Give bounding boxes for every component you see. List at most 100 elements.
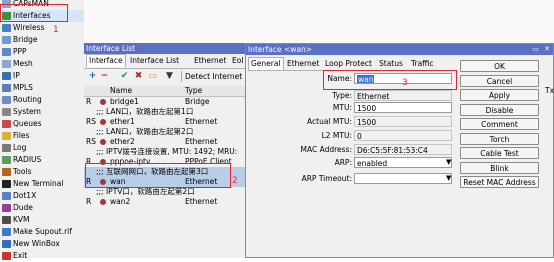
sidebar-item-dude[interactable]: Dude <box>0 202 84 214</box>
tab-interface-list[interactable]: Interface List <box>128 55 181 67</box>
filter-icon[interactable]: ▼ <box>164 71 175 82</box>
sidebar-item-system[interactable]: System <box>0 106 84 118</box>
blink-button[interactable]: Blink <box>460 161 539 174</box>
column-header-name[interactable]: Name <box>110 86 132 96</box>
column-header-type[interactable]: Type <box>185 86 202 96</box>
tab-ethernet-settings[interactable]: Ethernet <box>285 58 321 70</box>
table-row[interactable]: RS ether2 Ethernet <box>84 137 250 147</box>
tab-eoip[interactable]: EoI <box>230 55 246 67</box>
disable-button[interactable]: Disable <box>460 103 539 116</box>
sidebar-item-ip[interactable]: IP <box>0 70 84 82</box>
tab-loop-protect[interactable]: Loop Protect <box>323 58 374 70</box>
dropdown-arrow-icon[interactable]: ▼ <box>446 173 451 184</box>
sidebar-item-log[interactable]: Log <box>0 142 84 154</box>
row-name: wan2 <box>110 197 131 206</box>
sidebar-item-radius[interactable]: RADIUS <box>0 154 84 166</box>
sidebar-item-label: RADIUS <box>13 155 42 164</box>
remove-button[interactable]: − <box>99 71 110 82</box>
enable-button[interactable]: ✔ <box>119 71 130 82</box>
row-comment: ;;; IPTV拨号连接设置, MTU: 1492; MRU: <box>96 147 238 156</box>
sidebar-item-dot1x[interactable]: Dot1X <box>0 190 84 202</box>
annotation-box-interfaces <box>0 4 68 22</box>
interface-list-tabs: Interface Interface List Ethernet EoI <box>84 54 250 69</box>
sidebar-menu: CAPsMAN Interfaces Wireless Bridge PPP Mesh IP… <box>0 0 85 260</box>
disable-button[interactable]: ✖ <box>133 71 144 82</box>
close-icon[interactable]: ✕ <box>544 45 550 53</box>
cable-test-button[interactable]: Cable Test <box>460 147 539 159</box>
sidebar-item-label: Routing <box>13 95 42 104</box>
sidebar-icon <box>2 228 11 236</box>
sidebar-item-exit[interactable]: Exit <box>0 250 84 262</box>
field-value: D6:C5:5F:81:53:C4 <box>357 146 428 155</box>
sidebar-icon <box>2 120 11 128</box>
sidebar-item-wireless[interactable]: Wireless <box>0 22 84 34</box>
interface-list-title: Interface List <box>84 43 250 54</box>
sidebar-item-tools[interactable]: Tools <box>0 166 84 178</box>
add-button[interactable]: + <box>87 71 98 82</box>
comment-row[interactable]: ;;; IPTV拨号连接设置, MTU: 1492; MRU: <box>84 147 250 157</box>
comment-row[interactable]: ;;; IPTV口，软路由左起第2口 <box>84 187 250 197</box>
sidebar-item-files[interactable]: Files <box>0 130 84 142</box>
field-mtu[interactable]: 1500 <box>354 102 452 113</box>
field-label-mtu: MTU: <box>332 103 352 112</box>
background-window <box>84 0 554 43</box>
tab-ethernet[interactable]: Ethernet <box>192 55 228 67</box>
sidebar-icon <box>2 168 11 176</box>
tab-general[interactable]: General <box>248 57 284 70</box>
ok-button[interactable]: OK <box>460 60 539 72</box>
sidebar-item-new-terminal[interactable]: New Terminal <box>0 178 84 190</box>
dropdown-arrow-icon[interactable]: ▼ <box>446 157 451 168</box>
sidebar-item-label: Bridge <box>13 35 38 44</box>
torch-button[interactable]: Torch <box>460 132 539 145</box>
tab-status[interactable]: Status <box>377 58 405 70</box>
sidebar-icon <box>2 36 11 44</box>
sidebar-icon <box>2 144 11 152</box>
sidebar-item-mesh[interactable]: Mesh <box>0 58 84 70</box>
sidebar-item-kvm[interactable]: KVM <box>0 214 84 226</box>
field-value: 1500 <box>357 118 377 127</box>
sidebar-item-queues[interactable]: Queues <box>0 118 84 130</box>
field-label-l2-mtu: L2 MTU: <box>321 131 352 140</box>
table-row[interactable]: RS ether1 Ethernet <box>84 117 250 127</box>
annotation-box-wan-row <box>85 163 231 188</box>
sidebar-icon <box>2 204 11 212</box>
sidebar-item-ppp[interactable]: PPP <box>0 46 84 58</box>
annotation-number-3: 3 <box>402 78 408 88</box>
table-row[interactable]: Rbridge1 Bridge <box>84 97 250 107</box>
sidebar-icon <box>2 24 11 32</box>
sidebar-item-mpls[interactable]: MPLS <box>0 82 84 94</box>
comment-row[interactable]: ;;; LAN口，软路由左起第2口 <box>84 127 250 137</box>
table-row[interactable]: Rwan2 Ethernet <box>84 197 250 207</box>
dialog-title: Interface <wan> <box>246 44 553 55</box>
annotation-box-name-field <box>323 70 457 90</box>
comment-button[interactable]: ▭ <box>147 71 158 82</box>
sidebar-item-make-supout-rif[interactable]: Make Supout.rif <box>0 226 84 238</box>
sidebar-item-new-winbox[interactable]: New WinBox <box>0 238 84 250</box>
sidebar-item-label: Files <box>13 131 30 140</box>
field-label-arp: ARP: <box>334 158 352 167</box>
sidebar-item-bridge[interactable]: Bridge <box>0 34 84 46</box>
row-comment: ;;; LAN口，软路由左起第2口 <box>96 127 194 136</box>
comment-row[interactable]: ;;; LAN口，软路由左起第1口 <box>84 107 250 117</box>
sidebar-item-label: Dude <box>13 203 33 212</box>
field-type: Ethernet <box>354 90 452 101</box>
comment-button[interactable]: Comment <box>460 118 539 130</box>
sidebar-item-label: KVM <box>13 215 30 224</box>
maximize-icon[interactable]: ▭ <box>532 45 539 53</box>
tab-traffic[interactable]: Traffic <box>409 58 436 70</box>
apply-button[interactable]: Apply <box>460 89 539 101</box>
reset-mac-address-button[interactable]: Reset MAC Address <box>460 176 539 188</box>
sidebar-icon <box>2 252 11 260</box>
background-window-tx-label: Tx <box>545 86 554 95</box>
tab-interface[interactable]: Interface <box>86 54 126 67</box>
dialog-tabs: General Ethernet Loop Protect Status Tra… <box>248 57 455 71</box>
cancel-button[interactable]: Cancel <box>460 74 539 87</box>
field-label-actual-mtu: Actual MTU: <box>307 117 352 126</box>
detect-internet-button[interactable]: Detect Internet <box>181 71 242 82</box>
sidebar-icon <box>2 240 11 248</box>
annotation-number-2: 2 <box>232 176 238 186</box>
sidebar-item-routing[interactable]: Routing <box>0 94 84 106</box>
row-flag: R <box>86 197 92 206</box>
field-arp[interactable]: enabled <box>354 157 452 168</box>
field-arp-timeout[interactable] <box>354 173 452 184</box>
